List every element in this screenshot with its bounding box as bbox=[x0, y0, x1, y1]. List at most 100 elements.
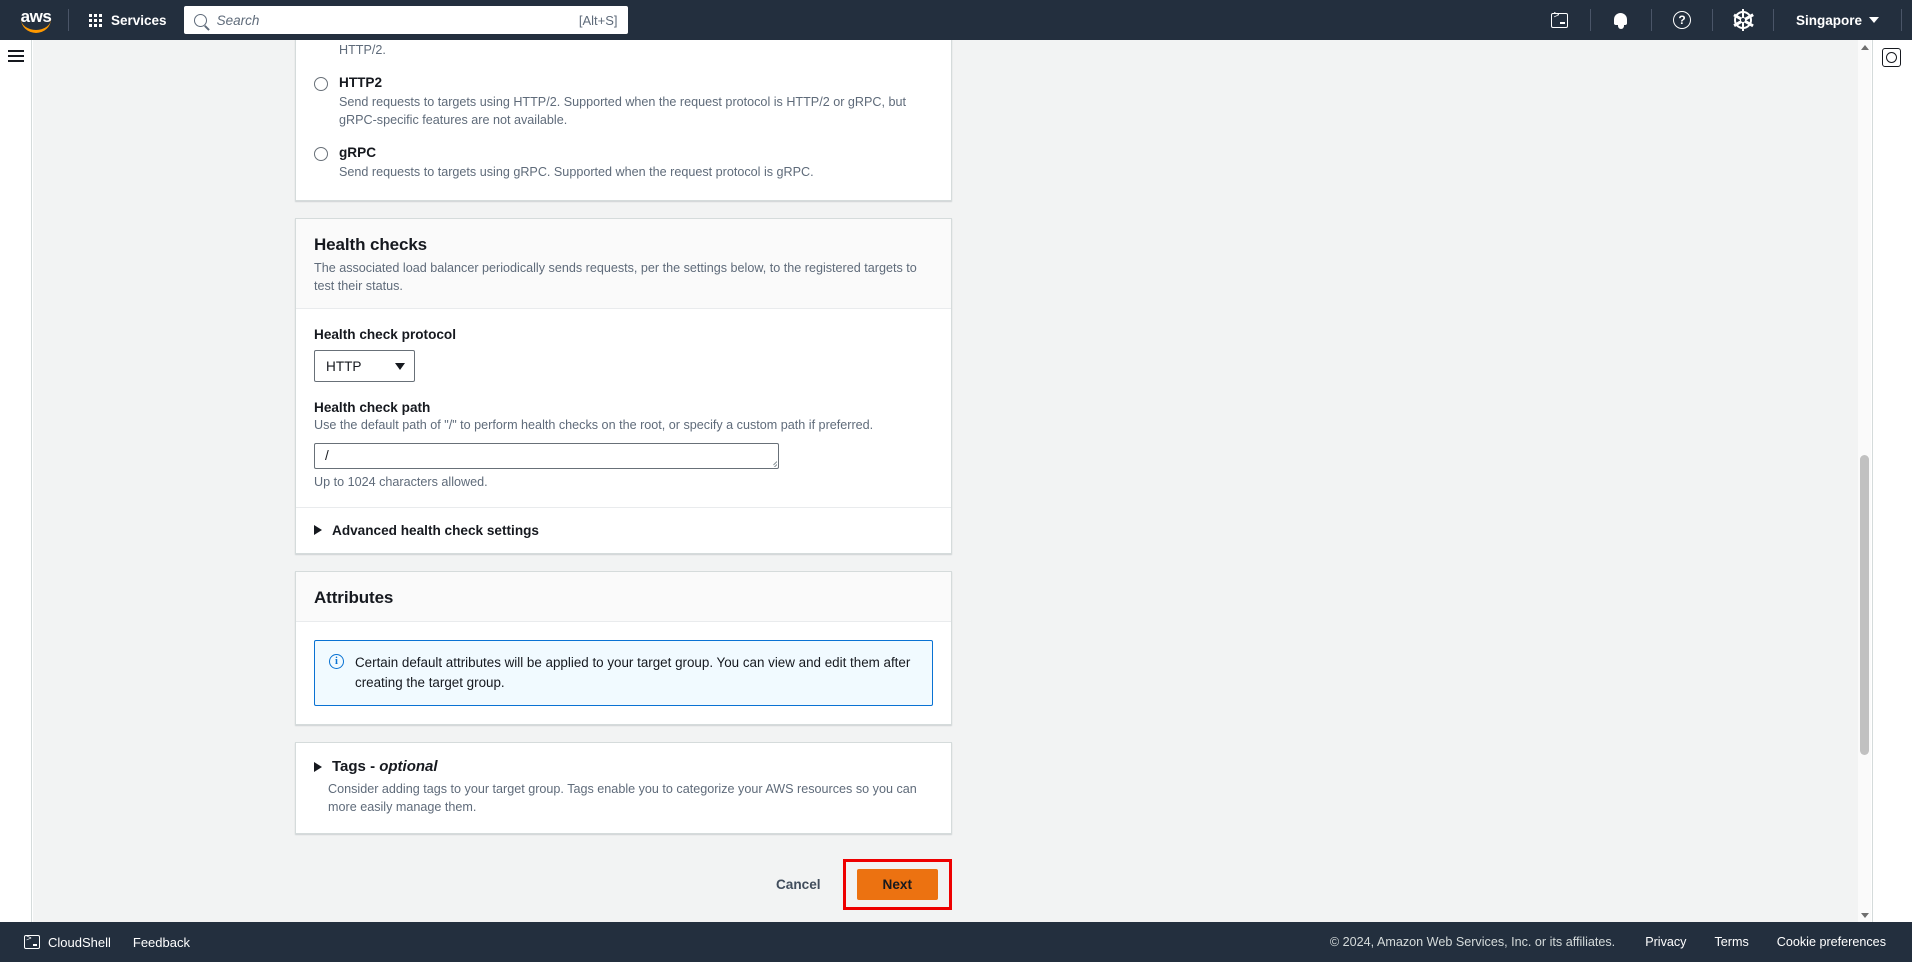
aws-logo[interactable]: aws bbox=[14, 6, 58, 34]
chevron-right-icon bbox=[314, 761, 322, 772]
scroll-up-arrow-icon[interactable] bbox=[1858, 40, 1871, 54]
nav-divider bbox=[1711, 9, 1713, 31]
footer-cloudshell-label: CloudShell bbox=[48, 934, 111, 950]
protocol-option-label: gRPC bbox=[339, 144, 377, 160]
footer-terms-link[interactable]: Terms bbox=[1700, 922, 1762, 962]
menu-toggle-icon[interactable] bbox=[8, 50, 24, 62]
form-column: HTTP/2. HTTP2 Send requests to targets u… bbox=[295, 40, 952, 910]
radio-icon[interactable] bbox=[314, 146, 328, 161]
tags-description: Consider adding tags to your target grou… bbox=[328, 782, 917, 815]
info-circle-icon: i bbox=[329, 654, 344, 670]
nav-divider bbox=[68, 9, 69, 31]
cloudshell-icon bbox=[24, 933, 40, 949]
form-actions: Cancel Next bbox=[295, 851, 952, 910]
nav-divider bbox=[1772, 9, 1774, 31]
cloudshell-launch-button[interactable] bbox=[1540, 0, 1580, 40]
bell-icon bbox=[1613, 12, 1628, 29]
protocol-option-text: gRPC Send requests to targets using gRPC… bbox=[339, 144, 933, 182]
question-circle-icon: ? bbox=[1672, 11, 1691, 29]
protocol-options-body: HTTP/2. HTTP2 Send requests to targets u… bbox=[296, 40, 951, 200]
health-check-path-field: Health check path Use the default path o… bbox=[314, 400, 933, 489]
chevron-down-icon bbox=[1869, 17, 1879, 23]
footer-privacy-link[interactable]: Privacy bbox=[1631, 922, 1700, 962]
health-check-path-label: Health check path bbox=[314, 400, 431, 415]
attributes-header: Attributes bbox=[296, 571, 951, 622]
health-checks-title: Health checks bbox=[314, 234, 428, 254]
region-selector-button[interactable]: Singapore bbox=[1784, 0, 1891, 40]
attributes-info-alert: i Certain default attributes will be app… bbox=[314, 639, 933, 707]
nav-divider bbox=[1650, 9, 1652, 31]
health-check-protocol-value: HTTP bbox=[326, 358, 362, 374]
health-checks-description: The associated load balancer periodicall… bbox=[314, 260, 917, 293]
global-footer-bar: CloudShell Feedback © 2024, Amazon Web S… bbox=[0, 922, 1912, 962]
next-button-highlight: Next bbox=[842, 858, 952, 910]
footer-cookie-preferences-link[interactable]: Cookie preferences bbox=[1763, 922, 1900, 962]
protocol-option-label: HTTP2 bbox=[339, 74, 383, 90]
global-search-input[interactable]: Search [Alt+S] bbox=[183, 6, 628, 34]
health-check-path-limit-hint: Up to 1024 characters allowed. bbox=[314, 474, 488, 489]
services-label: Services bbox=[111, 12, 167, 28]
footer-feedback-button[interactable]: Feedback bbox=[121, 922, 202, 962]
health-check-path-value: / bbox=[325, 448, 329, 464]
protocol-option-description: Send requests to targets using gRPC. Sup… bbox=[339, 164, 814, 179]
advanced-health-check-settings-toggle[interactable]: Advanced health check settings bbox=[296, 508, 951, 553]
notifications-button[interactable] bbox=[1601, 0, 1641, 40]
nav-divider bbox=[1901, 9, 1902, 31]
gear-icon bbox=[1732, 8, 1754, 32]
scroll-down-arrow-icon[interactable] bbox=[1858, 908, 1871, 922]
footer-copyright: © 2024, Amazon Web Services, Inc. or its… bbox=[1329, 935, 1616, 949]
footer-right-cluster: © 2024, Amazon Web Services, Inc. or its… bbox=[1330, 922, 1900, 962]
health-check-protocol-select[interactable]: HTTP bbox=[314, 350, 415, 382]
search-shortcut-hint: [Alt+S] bbox=[578, 12, 618, 28]
scrollbar-thumb[interactable] bbox=[1860, 455, 1869, 755]
attributes-title: Attributes bbox=[314, 587, 394, 607]
main-content-area: HTTP/2. HTTP2 Send requests to targets u… bbox=[33, 40, 1871, 922]
help-button[interactable]: ? bbox=[1662, 0, 1702, 40]
radio-icon[interactable] bbox=[314, 76, 328, 91]
attributes-alert-text: Certain default attributes will be appli… bbox=[355, 654, 911, 690]
settings-button[interactable] bbox=[1723, 0, 1763, 40]
protocol-option-description: Send requests to targets using HTTP/2. S… bbox=[339, 94, 907, 127]
services-menu-button[interactable]: Services bbox=[79, 0, 177, 40]
attributes-card: Attributes i Certain default attributes … bbox=[295, 570, 952, 726]
cloudshell-icon bbox=[1551, 11, 1569, 28]
chevron-right-icon bbox=[314, 525, 322, 536]
health-checks-body: Health check protocol HTTP Health check … bbox=[296, 309, 951, 508]
health-check-path-hint: Use the default path of "/" to perform h… bbox=[314, 418, 874, 432]
footer-left-cluster: CloudShell Feedback bbox=[14, 922, 202, 962]
search-placeholder: Search bbox=[216, 12, 260, 28]
protocol-option-http2[interactable]: HTTP2 Send requests to targets using HTT… bbox=[314, 74, 933, 130]
global-navigation-bar: aws Services Search [Alt+S] ? bbox=[0, 0, 1912, 40]
right-help-rail bbox=[1872, 40, 1912, 922]
protocol-version-card: HTTP/2. HTTP2 Send requests to targets u… bbox=[295, 40, 952, 201]
advanced-health-check-settings-label: Advanced health check settings bbox=[332, 522, 539, 538]
global-nav-right-cluster: ? Singapore bbox=[1540, 0, 1912, 40]
tags-label-optional: optional bbox=[379, 758, 438, 776]
health-check-protocol-label: Health check protocol bbox=[314, 327, 457, 342]
health-checks-header: Health checks The associated load balanc… bbox=[296, 218, 951, 309]
nav-divider bbox=[1589, 9, 1591, 31]
cancel-button[interactable]: Cancel bbox=[758, 869, 839, 900]
grid-icon bbox=[89, 13, 102, 27]
tags-label: Tags - optional bbox=[332, 758, 438, 775]
chevron-down-icon bbox=[395, 362, 405, 370]
protocol-option-grpc[interactable]: gRPC Send requests to targets using gRPC… bbox=[314, 144, 933, 182]
left-navigation-rail bbox=[0, 40, 32, 922]
health-check-protocol-field: Health check protocol HTTP bbox=[314, 327, 933, 382]
help-panel-toggle-icon[interactable] bbox=[1882, 48, 1901, 67]
tags-label-main: Tags - bbox=[332, 758, 380, 776]
search-icon bbox=[193, 13, 207, 27]
protocol-orphan-text: HTTP/2. bbox=[339, 43, 386, 57]
attributes-body: i Certain default attributes will be app… bbox=[296, 622, 951, 724]
protocol-option-text: HTTP2 Send requests to targets using HTT… bbox=[339, 74, 933, 130]
page-scrollbar[interactable] bbox=[1858, 40, 1871, 922]
next-button[interactable]: Next bbox=[856, 868, 938, 900]
region-label: Singapore bbox=[1795, 12, 1862, 28]
resize-handle-icon[interactable] bbox=[768, 458, 777, 467]
tags-toggle[interactable]: Tags - optional bbox=[296, 743, 951, 780]
health-checks-card: Health checks The associated load balanc… bbox=[295, 217, 952, 554]
health-check-path-input[interactable]: / bbox=[314, 442, 779, 469]
tags-card: Tags - optional Consider adding tags to … bbox=[295, 742, 952, 834]
aws-logo-smile bbox=[21, 24, 51, 33]
footer-cloudshell-button[interactable]: CloudShell bbox=[14, 922, 121, 962]
